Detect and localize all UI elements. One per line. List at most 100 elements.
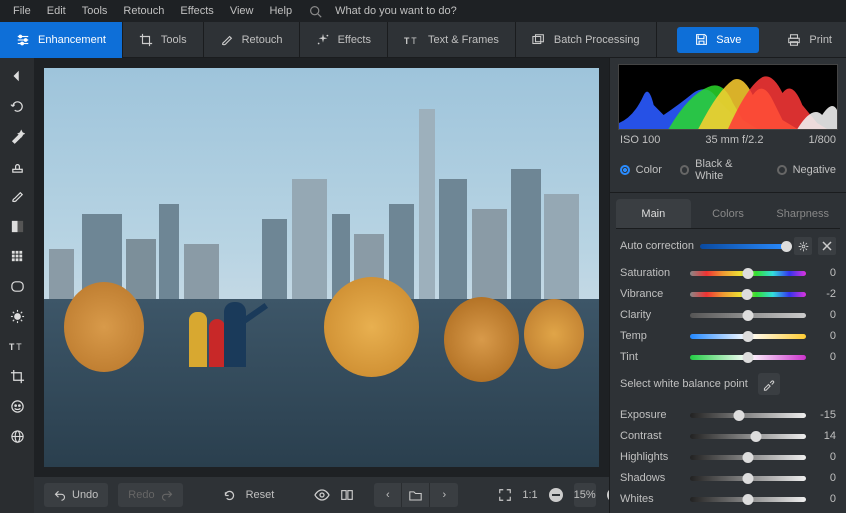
slider-exposure[interactable] <box>690 413 806 418</box>
back-button[interactable] <box>7 66 27 86</box>
slider-temp-label: Temp <box>620 330 682 342</box>
globe-icon[interactable] <box>7 426 27 446</box>
zoom-out[interactable] <box>548 483 564 507</box>
undo-icon <box>54 489 66 501</box>
menu-view[interactable]: View <box>223 2 261 20</box>
reset-button[interactable] <box>223 483 236 507</box>
text-tool-icon[interactable]: TT <box>7 336 27 356</box>
sliders-panel: Auto correction Saturation 0 Vibrance -2… <box>610 229 846 513</box>
slider-clarity[interactable] <box>690 313 806 318</box>
radio-negative[interactable] <box>777 165 787 175</box>
ptab-sharpness[interactable]: Sharpness <box>765 199 840 228</box>
face-icon[interactable] <box>7 396 27 416</box>
menu-bar: File Edit Tools Retouch Effects View Hel… <box>0 0 846 22</box>
auto-settings[interactable] <box>794 237 812 255</box>
eyedropper-button[interactable] <box>758 373 780 395</box>
slider-whites-value: 0 <box>814 493 836 505</box>
slider-saturation-label: Saturation <box>620 267 682 279</box>
slider-temp[interactable] <box>690 334 806 339</box>
slider-highlights-label: Highlights <box>620 451 682 463</box>
slider-tint[interactable] <box>690 355 806 360</box>
zoom-ratio[interactable]: 1:1 <box>522 489 537 501</box>
left-toolbar: TT <box>0 58 34 513</box>
shutter-value: 1/800 <box>808 134 836 146</box>
menu-retouch[interactable]: Retouch <box>116 2 171 20</box>
search-placeholder: What do you want to do? <box>328 2 464 20</box>
zoom-level[interactable]: 15% <box>574 483 596 507</box>
prev-image[interactable]: ‹ <box>374 483 402 507</box>
ptab-main[interactable]: Main <box>616 199 691 228</box>
crop-icon <box>139 33 153 47</box>
print-label: Print <box>809 34 832 46</box>
redo-label: Redo <box>128 489 154 501</box>
slider-shadows-label: Shadows <box>620 472 682 484</box>
gradient-icon[interactable] <box>7 216 27 236</box>
wand-icon[interactable] <box>7 126 27 146</box>
rotate-icon[interactable] <box>7 96 27 116</box>
browse-folder[interactable] <box>402 483 430 507</box>
slider-shadows[interactable] <box>690 476 806 481</box>
slider-tint-label: Tint <box>620 351 682 363</box>
menu-effects[interactable]: Effects <box>173 2 220 20</box>
tab-enhancement[interactable]: Enhancement <box>0 22 123 58</box>
tab-text-frames-label: Text & Frames <box>428 34 499 46</box>
gear-icon <box>798 241 809 252</box>
print-button[interactable]: Print <box>773 33 846 47</box>
tab-tools[interactable]: Tools <box>123 22 204 58</box>
vignette-icon[interactable] <box>7 276 27 296</box>
print-icon <box>787 33 801 47</box>
ptab-colors[interactable]: Colors <box>691 199 766 228</box>
redo-icon <box>161 489 173 501</box>
redo-button[interactable]: Redo <box>118 483 182 507</box>
tab-batch[interactable]: Batch Processing <box>516 22 657 58</box>
svg-text:T: T <box>9 342 15 352</box>
auto-correction-slider[interactable] <box>700 244 788 249</box>
compare-toggle[interactable] <box>340 483 354 507</box>
preview-toggle[interactable] <box>314 483 330 507</box>
image-canvas[interactable] <box>44 68 599 467</box>
svg-text:T: T <box>411 36 417 46</box>
paint-brush-icon[interactable] <box>7 186 27 206</box>
tab-batch-label: Batch Processing <box>554 34 640 46</box>
tab-effects[interactable]: Effects <box>300 22 388 58</box>
stamp-icon[interactable] <box>7 156 27 176</box>
slider-saturation[interactable] <box>690 271 806 276</box>
save-button[interactable]: Save <box>677 27 759 53</box>
reset-label: Reset <box>246 489 275 501</box>
search-area[interactable]: What do you want to do? <box>309 2 464 20</box>
nav-group: ‹ › <box>374 483 458 507</box>
slider-highlights[interactable] <box>690 455 806 460</box>
slider-highlights-value: 0 <box>814 451 836 463</box>
menu-edit[interactable]: Edit <box>40 2 73 20</box>
radio-bw[interactable] <box>680 165 690 175</box>
tab-retouch[interactable]: Retouch <box>204 22 300 58</box>
fit-screen[interactable] <box>498 483 512 507</box>
slider-exposure-value: -15 <box>814 409 836 421</box>
slider-whites[interactable] <box>690 497 806 502</box>
pattern-icon[interactable] <box>7 246 27 266</box>
right-panel: ISO 100 35 mm f/2.2 1/800 Color Black & … <box>609 58 846 513</box>
folder-icon <box>409 490 422 501</box>
eyedropper-icon <box>762 378 775 391</box>
svg-text:T: T <box>404 36 410 46</box>
radio-color[interactable] <box>620 165 630 175</box>
fit-icon <box>498 488 512 502</box>
undo-button[interactable]: Undo <box>44 483 108 507</box>
tab-text-frames[interactable]: TT Text & Frames <box>388 22 516 58</box>
menu-tools[interactable]: Tools <box>75 2 115 20</box>
slider-contrast[interactable] <box>690 434 806 439</box>
menu-file[interactable]: File <box>6 2 38 20</box>
crop-tool-icon[interactable] <box>7 366 27 386</box>
histogram-meta: ISO 100 35 mm f/2.2 1/800 <box>610 132 846 152</box>
eye-icon <box>314 489 330 501</box>
tab-retouch-label: Retouch <box>242 34 283 46</box>
canvas-area: Undo Redo Reset ‹ › 1:1 15 <box>34 58 609 513</box>
auto-close[interactable] <box>818 237 836 255</box>
menu-help[interactable]: Help <box>262 2 299 20</box>
light-icon[interactable] <box>7 306 27 326</box>
slider-vibrance[interactable] <box>690 292 806 297</box>
mode-color-label: Color <box>636 164 662 176</box>
next-image[interactable]: › <box>430 483 458 507</box>
slider-exposure-label: Exposure <box>620 409 682 421</box>
slider-saturation-value: 0 <box>814 267 836 279</box>
